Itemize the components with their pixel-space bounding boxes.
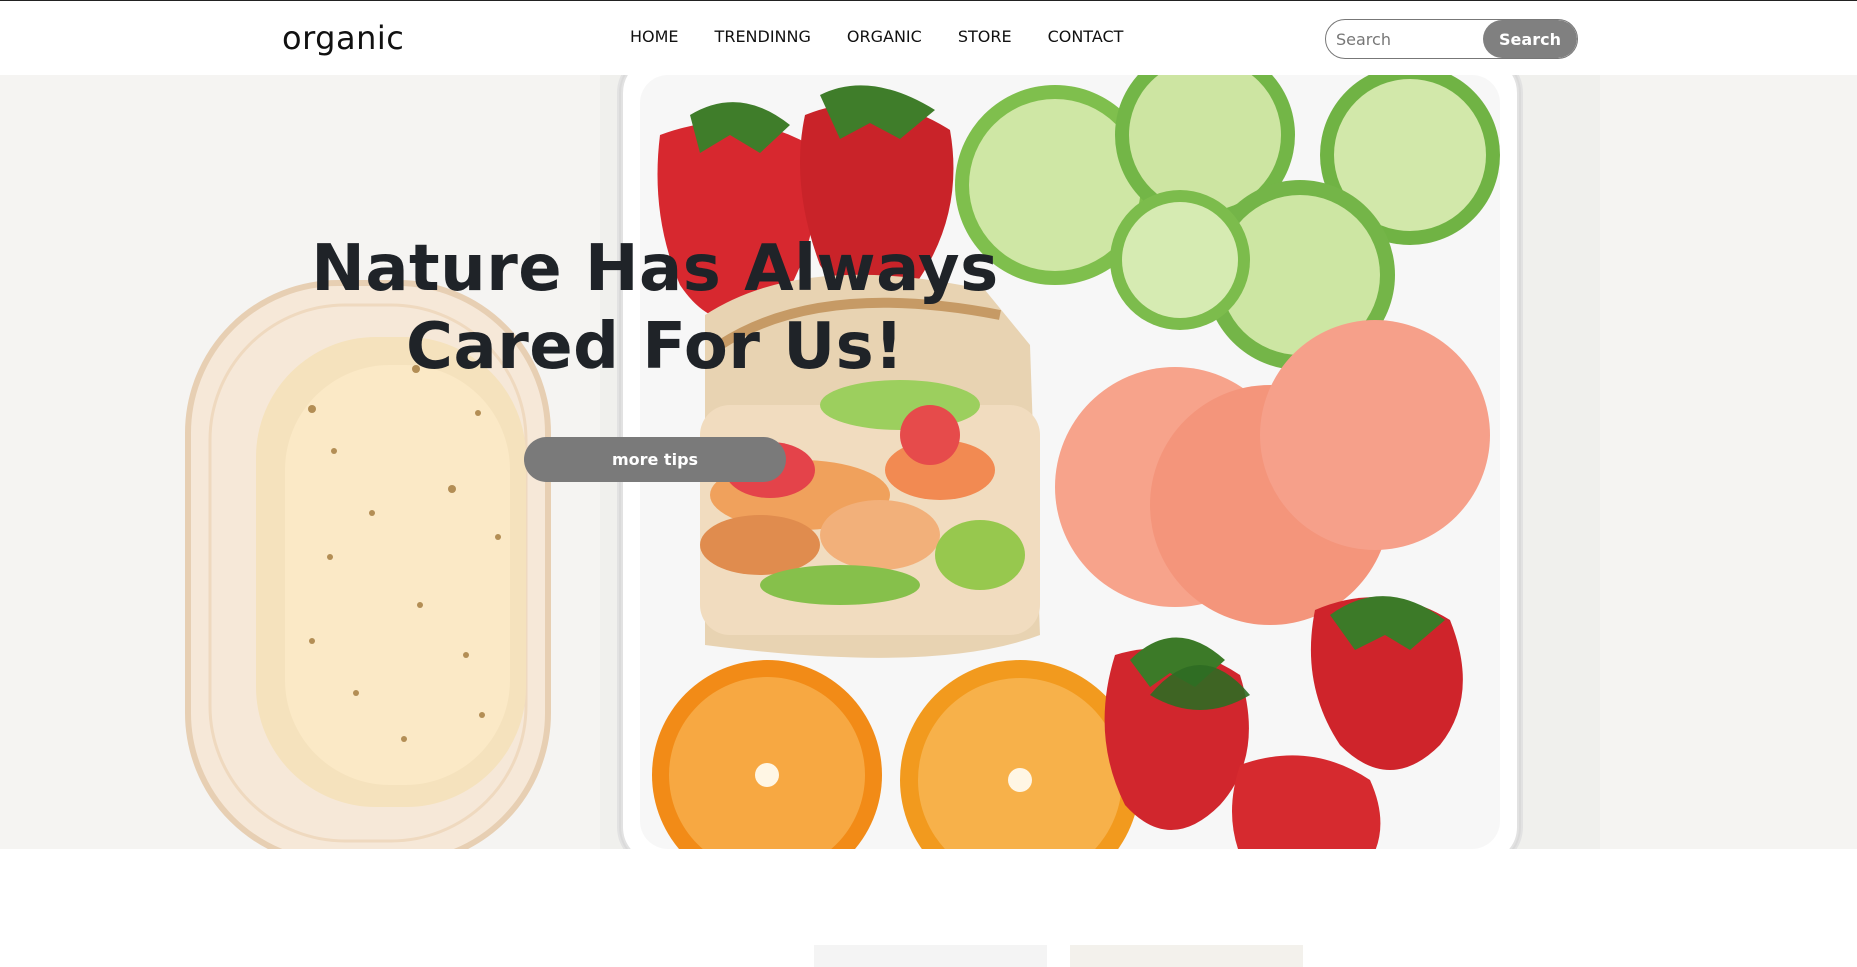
nav-contact[interactable]: CONTACT [1048,27,1124,46]
hero-banner: Nature Has Always Cared For Us! more tip… [0,75,1857,849]
hero-food-image [0,75,1857,849]
nav-home[interactable]: HOME [630,27,679,46]
site-logo[interactable]: organic [282,19,404,57]
main-nav: HOME TRENDINNG ORGANIC STORE CONTACT [630,27,1159,46]
hero-title-line-1: Nature Has Always [311,232,999,306]
content-card-2[interactable] [1070,945,1303,967]
search-input[interactable] [1326,20,1486,58]
content-card-1[interactable] [814,945,1047,967]
hero-title: Nature Has Always Cared For Us! [300,230,1010,386]
more-tips-button[interactable]: more tips [524,437,786,482]
search-bar: Search [1325,19,1578,59]
nav-store[interactable]: STORE [958,27,1012,46]
hero-title-line-2: Cared For Us! [406,310,904,384]
nav-organic[interactable]: ORGANIC [847,27,922,46]
top-navbar: organic HOME TRENDINNG ORGANIC STORE CON… [0,0,1857,75]
search-button[interactable]: Search [1483,20,1577,58]
nav-trending[interactable]: TRENDINNG [715,27,811,46]
